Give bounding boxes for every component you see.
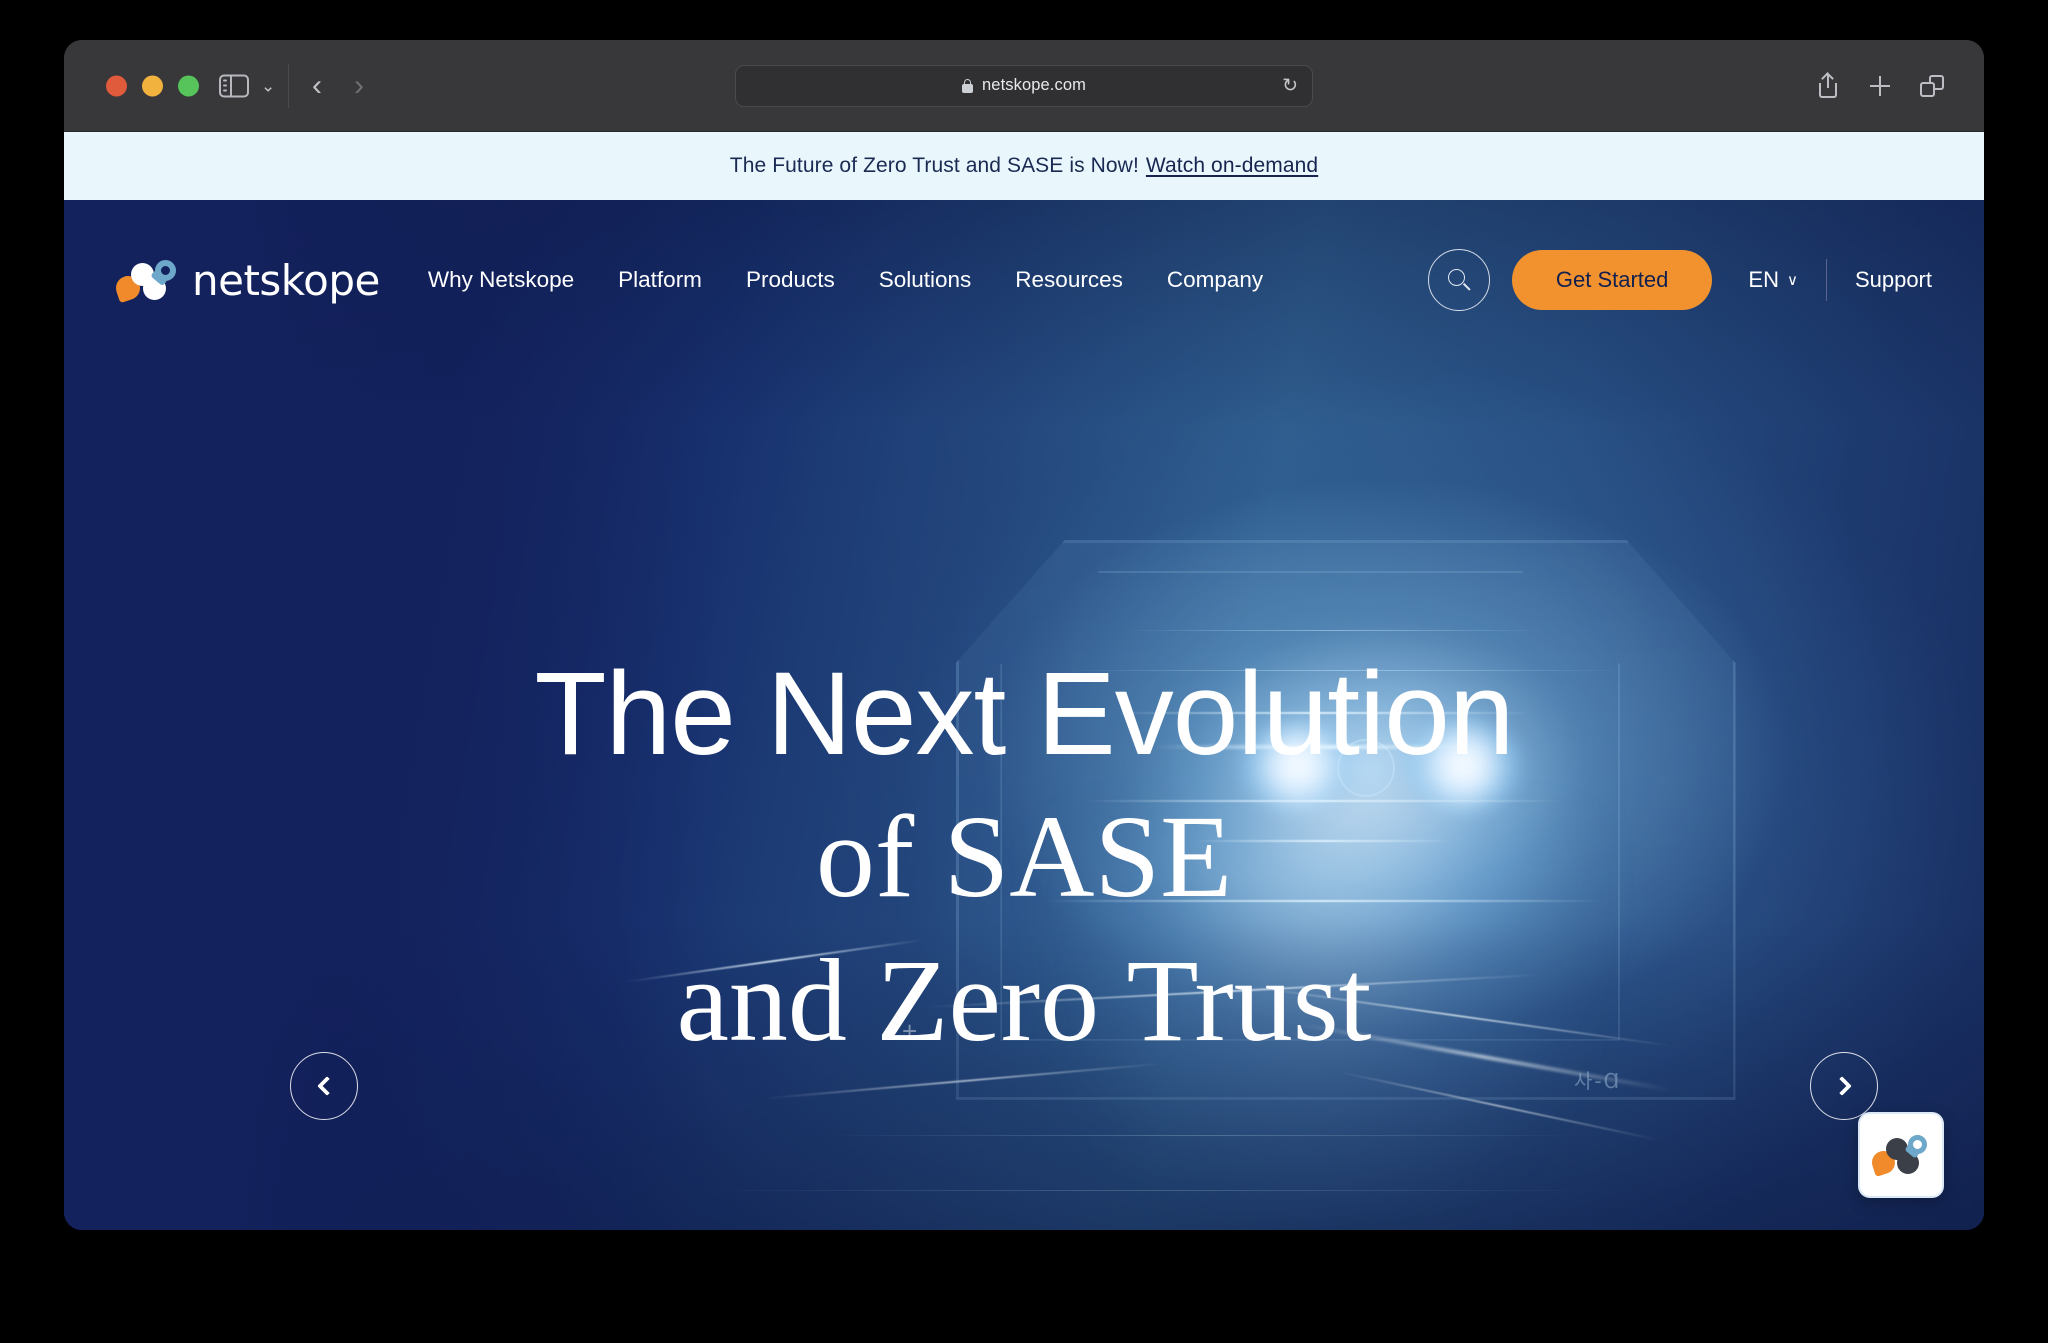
carousel-next-button[interactable] [1810, 1052, 1878, 1120]
support-link[interactable]: Support [1855, 267, 1932, 293]
netskope-logo[interactable]: netskope [112, 255, 380, 305]
zoom-window-button[interactable] [178, 75, 199, 96]
share-icon[interactable] [1816, 71, 1840, 98]
language-selector[interactable]: EN ∨ [1748, 267, 1798, 293]
get-started-button[interactable]: Get Started [1511, 250, 1713, 310]
tab-overview-icon[interactable] [1920, 74, 1944, 98]
language-label: EN [1748, 267, 1779, 292]
nav-item-company[interactable]: Company [1167, 267, 1263, 293]
chevron-down-icon: ∨ [1786, 272, 1798, 289]
chat-launcher-button[interactable] [1858, 1112, 1944, 1198]
reload-button[interactable]: ↻ [1282, 76, 1298, 95]
nav-item-platform[interactable]: Platform [618, 267, 702, 293]
chevron-left-icon [316, 1076, 337, 1096]
hero-section: 사-Ɑ + netskope Why Nets [64, 200, 1984, 1230]
announcement-bar: The Future of Zero Trust and SASE is Now… [64, 132, 1984, 200]
watch-on-demand-link[interactable]: Watch on-demand [1146, 154, 1318, 178]
browser-window: ⌄ ‹ › netskope.com ↻ The Future of Zero … [64, 40, 1984, 1230]
nav-item-resources[interactable]: Resources [1015, 267, 1123, 293]
main-navigation: Why Netskope Platform Products Solutions… [428, 267, 1263, 293]
nav-item-solutions[interactable]: Solutions [879, 267, 972, 293]
sidebar-toggle-button[interactable]: ⌄ [219, 74, 275, 97]
netskope-chat-icon [1869, 1135, 1930, 1177]
toolbar-actions [1816, 71, 1944, 98]
site-header: netskope Why Netskope Platform Products … [64, 200, 1984, 360]
search-icon [1447, 269, 1471, 291]
announcement-text: The Future of Zero Trust and SASE is Now… [729, 154, 1139, 177]
chevron-right-icon [1831, 1076, 1852, 1096]
carousel-prev-button[interactable] [290, 1052, 358, 1120]
page-viewport: The Future of Zero Trust and SASE is Now… [64, 132, 1984, 1230]
header-actions: Get Started EN ∨ Support [1427, 249, 1932, 311]
back-button[interactable]: ‹ [312, 70, 322, 101]
header-divider [1825, 259, 1827, 301]
toolbar-divider [288, 64, 289, 108]
window-controls [106, 75, 199, 96]
search-button[interactable] [1427, 249, 1490, 311]
chevron-down-icon[interactable]: ⌄ [261, 77, 275, 94]
address-bar[interactable]: netskope.com ↻ [735, 64, 1313, 107]
netskope-logo-icon [112, 259, 178, 304]
forward-button[interactable]: › [354, 70, 364, 101]
logo-wordmark: netskope [192, 255, 380, 305]
nav-item-products[interactable]: Products [746, 267, 835, 293]
nav-item-why-netskope[interactable]: Why Netskope [428, 267, 574, 293]
browser-toolbar: ⌄ ‹ › netskope.com ↻ [64, 40, 1984, 132]
new-tab-icon[interactable] [1868, 74, 1892, 98]
lock-icon [962, 78, 974, 93]
url-text: netskope.com [982, 76, 1086, 94]
close-window-button[interactable] [106, 75, 127, 96]
sidebar-icon [219, 74, 249, 97]
minimize-window-button[interactable] [142, 75, 163, 96]
